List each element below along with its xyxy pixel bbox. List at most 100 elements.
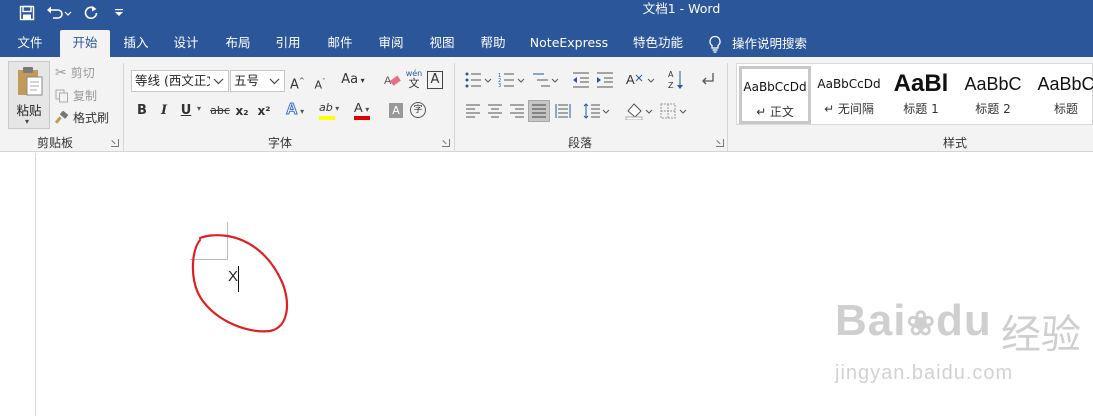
character-shading-button[interactable]: A xyxy=(389,103,403,118)
strikethrough-button[interactable]: abc xyxy=(209,101,231,121)
change-case-label: Aa xyxy=(341,72,359,87)
paste-icon xyxy=(18,67,43,96)
copy-button[interactable]: 复制 xyxy=(55,87,97,104)
cut-button[interactable]: ✂ 剪切 xyxy=(55,64,95,81)
style-name: 标题 2 xyxy=(975,102,1011,116)
style-name: ↵ 正文 xyxy=(756,105,794,119)
group-divider xyxy=(123,63,124,151)
font-color-button[interactable]: A ▾ xyxy=(354,100,382,122)
grow-font-label: A xyxy=(290,77,299,93)
line-spacing-icon[interactable] xyxy=(583,103,611,119)
shading-icon[interactable] xyxy=(625,102,655,120)
enclose-characters-button[interactable]: 字 xyxy=(410,102,426,118)
bold-button[interactable]: B xyxy=(135,101,149,121)
font-size-select[interactable]: 五号 xyxy=(230,70,285,92)
font-color-icon: A xyxy=(354,100,363,115)
text-effects-button[interactable]: A ▾ xyxy=(286,101,314,121)
font-group-label: 字体 xyxy=(267,136,292,150)
character-border-button[interactable]: A xyxy=(427,71,443,89)
document-text[interactable]: X xyxy=(228,268,238,285)
chevron-down-icon xyxy=(266,71,282,91)
clear-formatting-button[interactable]: A xyxy=(384,71,402,89)
tab-mailings[interactable]: 邮件 xyxy=(322,30,358,57)
underline-button[interactable]: U xyxy=(179,101,193,121)
distributed-icon[interactable] xyxy=(555,103,571,119)
align-center-icon[interactable] xyxy=(487,104,503,118)
chevron-down-icon[interactable]: ▾ xyxy=(197,104,201,113)
eraser-icon: A xyxy=(384,75,401,87)
watermark-logo: Bai❀du xyxy=(835,296,992,346)
title-bar: 文档1 - Word xyxy=(0,0,1093,27)
tab-view[interactable]: 视图 xyxy=(424,30,460,57)
format-painter-label: 格式刷 xyxy=(73,111,110,125)
style-normal[interactable]: AaBbCcDd ↵ 正文 xyxy=(739,66,811,124)
change-case-button[interactable]: Aa ▾ xyxy=(339,70,367,90)
tell-me-search[interactable]: 操作说明搜索 xyxy=(708,30,807,57)
baidu-watermark: Bai❀du 经验 jingyan.baidu.com xyxy=(835,296,1085,406)
grow-font-button[interactable]: A^ xyxy=(290,71,305,93)
style-sample: AaBbC xyxy=(1037,74,1093,94)
styles-gallery: AaBbCcDd ↵ 正文 AaBbCcDd ↵ 无间隔 AaBl 标题 1 A… xyxy=(736,63,1093,125)
tab-review[interactable]: 审阅 xyxy=(373,30,409,57)
style-sample: AaBbC xyxy=(964,74,1022,94)
clipboard-launcher-icon[interactable] xyxy=(111,139,119,147)
font-family-select[interactable]: 等线 (西文正文 xyxy=(131,70,229,92)
phonetic-guide-button[interactable]: wén 文 xyxy=(405,69,423,91)
tab-references[interactable]: 引用 xyxy=(270,30,306,57)
tab-special[interactable]: 特色功能 xyxy=(628,30,688,57)
decrease-indent-icon[interactable] xyxy=(572,72,590,88)
show-marks-icon[interactable] xyxy=(700,71,716,87)
style-heading-1[interactable]: AaBl 标题 1 xyxy=(885,66,957,124)
tab-design[interactable]: 设计 xyxy=(168,30,204,57)
justify-icon xyxy=(532,104,546,118)
subscript-button[interactable]: x₂ xyxy=(234,101,250,121)
style-title[interactable]: AaBbC 标题 xyxy=(1030,66,1093,124)
justify-button[interactable] xyxy=(528,100,550,122)
style-name: ↵ 无间隔 xyxy=(824,102,874,116)
style-no-spacing[interactable]: AaBbCcDd ↵ 无间隔 xyxy=(813,66,885,124)
bullets-icon[interactable] xyxy=(465,72,493,88)
svg-text:Z: Z xyxy=(668,81,674,90)
watermark-cn: 经验 xyxy=(1001,312,1081,358)
borders-icon[interactable] xyxy=(660,103,690,119)
tab-home[interactable]: 开始 xyxy=(60,30,110,57)
tab-layout[interactable]: 布局 xyxy=(220,30,256,57)
tab-insert[interactable]: 插入 xyxy=(118,30,154,57)
font-launcher-icon[interactable] xyxy=(442,139,450,147)
tab-noteexpress[interactable]: NoteExpress xyxy=(528,30,610,57)
shrink-font-label: A xyxy=(314,78,323,92)
multilevel-list-icon[interactable] xyxy=(532,72,560,88)
highlighter-icon: ab xyxy=(319,101,333,114)
phonetic-bottom: 文 xyxy=(408,77,420,90)
chevron-down-icon xyxy=(210,71,226,91)
highlight-color-bar xyxy=(319,116,335,120)
superscript-button[interactable]: x² xyxy=(256,101,272,121)
shrink-font-button[interactable]: Aˇ xyxy=(313,72,327,92)
window-title: 文档1 - Word xyxy=(642,1,721,16)
tab-help[interactable]: 帮助 xyxy=(475,30,511,57)
align-left-icon[interactable] xyxy=(465,104,481,118)
group-divider xyxy=(454,63,455,151)
style-heading-2[interactable]: AaBbC 标题 2 xyxy=(957,66,1029,124)
align-right-icon[interactable] xyxy=(509,104,525,118)
italic-button[interactable]: I xyxy=(157,101,171,121)
paste-button[interactable]: 粘贴 ▾ xyxy=(8,61,50,129)
numbering-icon[interactable]: 123 xyxy=(498,72,526,88)
sort-icon[interactable]: AZ xyxy=(668,69,686,91)
lightbulb-icon xyxy=(709,35,721,53)
cut-label: 剪切 xyxy=(70,66,95,80)
copy-icon xyxy=(55,89,68,102)
format-painter-button[interactable]: 格式刷 xyxy=(55,109,109,126)
ribbon-home: 粘贴 ▾ ✂ 剪切 复制 格式刷 剪贴板 等线 (西文正文 五号 A^ Aˇ A… xyxy=(0,57,1093,152)
highlight-button[interactable]: ab ▾ xyxy=(319,100,347,122)
margin-corner-mark xyxy=(190,259,228,260)
increase-indent-icon[interactable] xyxy=(596,72,614,88)
format-painter-icon xyxy=(55,110,69,124)
text-direction-icon[interactable]: A xyxy=(626,70,656,90)
tab-file[interactable]: 文件 xyxy=(14,30,46,57)
text-cursor xyxy=(238,266,239,292)
paragraph-launcher-icon[interactable] xyxy=(716,139,724,147)
style-sample: AaBbCcDd xyxy=(743,80,807,94)
margin-corner-mark xyxy=(227,222,228,260)
copy-label: 复制 xyxy=(73,89,98,103)
